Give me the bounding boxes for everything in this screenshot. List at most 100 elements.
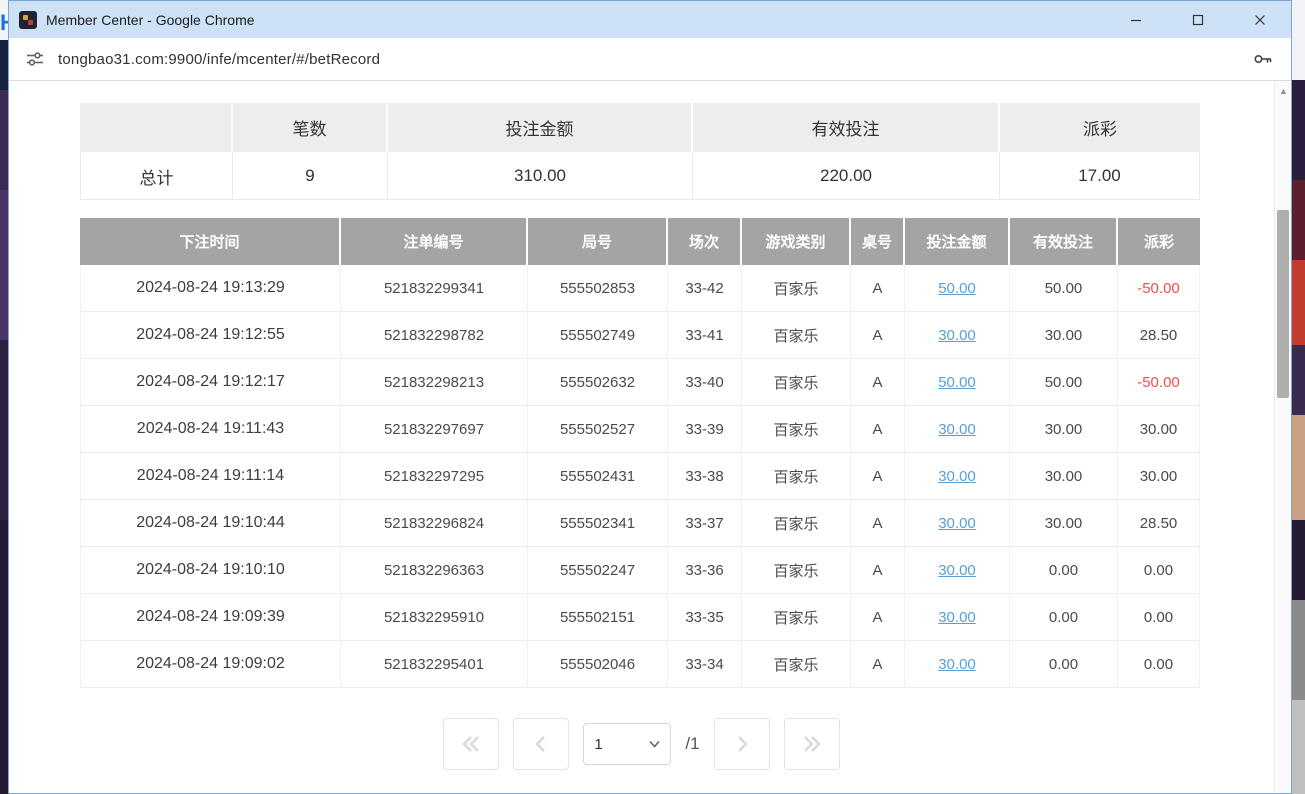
scrollbar-thumb[interactable] xyxy=(1277,210,1289,398)
summary-total-row: 总计 9 310.00 220.00 17.00 xyxy=(80,152,1200,200)
bet-cell-table-no: A xyxy=(851,641,905,688)
prev-page-button[interactable] xyxy=(513,718,569,770)
bet-cell-time: 2024-08-24 19:12:55 xyxy=(80,312,341,359)
bet-row: 2024-08-24 19:10:44521832296824555502341… xyxy=(80,500,1200,547)
bet-amount-link[interactable]: 50.00 xyxy=(938,374,976,391)
bet-cell-bet-amount: 30.00 xyxy=(905,500,1010,547)
bet-cell-valid-bet: 30.00 xyxy=(1010,500,1118,547)
bet-cell-bet-amount: 50.00 xyxy=(905,359,1010,406)
chevron-down-icon xyxy=(649,740,660,748)
bet-amount-link[interactable]: 30.00 xyxy=(938,562,976,579)
bet-cell-bet-id: 521832298213 xyxy=(341,359,528,406)
bet-cell-round-id: 555502046 xyxy=(528,641,668,688)
bet-cell-payout: 0.00 xyxy=(1118,547,1200,594)
password-key-icon[interactable] xyxy=(1251,47,1275,71)
bet-cell-bet-amount: 30.00 xyxy=(905,594,1010,641)
page-total: /1 xyxy=(685,734,699,754)
bet-cell-bet-amount: 30.00 xyxy=(905,641,1010,688)
bet-cell-valid-bet: 30.00 xyxy=(1010,453,1118,500)
summary-header-count: 笔数 xyxy=(233,103,388,152)
bet-row: 2024-08-24 19:11:43521832297697555502527… xyxy=(80,406,1200,453)
maximize-icon xyxy=(1192,14,1204,26)
summary-total-count: 9 xyxy=(233,152,388,200)
bet-cell-bet-amount: 50.00 xyxy=(905,265,1010,312)
close-button[interactable] xyxy=(1229,1,1291,38)
bet-cell-round-id: 555502431 xyxy=(528,453,668,500)
chevron-right-icon xyxy=(733,734,751,754)
bet-row: 2024-08-24 19:12:55521832298782555502749… xyxy=(80,312,1200,359)
minimize-button[interactable] xyxy=(1105,1,1167,38)
bet-cell-session: 33-39 xyxy=(668,406,742,453)
minimize-icon xyxy=(1130,14,1142,26)
bet-cell-valid-bet: 0.00 xyxy=(1010,547,1118,594)
bet-cell-table-no: A xyxy=(851,359,905,406)
summary-total-label: 总计 xyxy=(80,152,233,200)
summary-header-bet-amount: 投注金额 xyxy=(388,103,693,152)
next-page-button[interactable] xyxy=(714,718,770,770)
content-scrollbar[interactable]: ▲ xyxy=(1274,81,1291,793)
bet-cell-table-no: A xyxy=(851,547,905,594)
bet-cell-valid-bet: 0.00 xyxy=(1010,641,1118,688)
bet-cell-payout: 30.00 xyxy=(1118,406,1200,453)
bet-cell-bet-id: 521832295910 xyxy=(341,594,528,641)
column-header: 场次 xyxy=(668,218,742,265)
summary-total-valid-bet: 220.00 xyxy=(693,152,1000,200)
bet-cell-round-id: 555502749 xyxy=(528,312,668,359)
desktop-edge-left: H xyxy=(0,0,8,794)
bet-cell-table-no: A xyxy=(851,594,905,641)
summary-header-valid-bet: 有效投注 xyxy=(693,103,1000,152)
bet-row: 2024-08-24 19:11:14521832297295555502431… xyxy=(80,453,1200,500)
url-text[interactable]: tongbao31.com:9900/infe/mcenter/#/betRec… xyxy=(58,51,1238,68)
bet-cell-bet-amount: 30.00 xyxy=(905,312,1010,359)
bet-cell-time: 2024-08-24 19:10:10 xyxy=(80,547,341,594)
bet-cell-session: 33-36 xyxy=(668,547,742,594)
double-chevron-left-icon xyxy=(459,734,483,754)
pagination: 1 /1 xyxy=(80,718,1203,770)
bet-amount-link[interactable]: 50.00 xyxy=(938,280,976,297)
bet-amount-link[interactable]: 30.00 xyxy=(938,609,976,626)
scrollbar-up-icon[interactable]: ▲ xyxy=(1275,86,1291,96)
column-header: 投注金额 xyxy=(905,218,1010,265)
bet-cell-time: 2024-08-24 19:09:02 xyxy=(80,641,341,688)
bet-amount-link[interactable]: 30.00 xyxy=(938,468,976,485)
bet-cell-payout: 28.50 xyxy=(1118,312,1200,359)
bet-amount-link[interactable]: 30.00 xyxy=(938,327,976,344)
bet-amount-link[interactable]: 30.00 xyxy=(938,656,976,673)
bet-cell-table-no: A xyxy=(851,312,905,359)
bet-cell-time: 2024-08-24 19:12:17 xyxy=(80,359,341,406)
bet-cell-session: 33-38 xyxy=(668,453,742,500)
bet-cell-valid-bet: 30.00 xyxy=(1010,406,1118,453)
bet-cell-game-type: 百家乐 xyxy=(742,265,851,312)
bet-cell-game-type: 百家乐 xyxy=(742,406,851,453)
bet-cell-bet-id: 521832296824 xyxy=(341,500,528,547)
bet-cell-game-type: 百家乐 xyxy=(742,312,851,359)
bet-cell-payout: 0.00 xyxy=(1118,594,1200,641)
bet-cell-game-type: 百家乐 xyxy=(742,594,851,641)
bet-cell-round-id: 555502247 xyxy=(528,547,668,594)
last-page-button[interactable] xyxy=(784,718,840,770)
bet-cell-bet-amount: 30.00 xyxy=(905,547,1010,594)
bet-amount-link[interactable]: 30.00 xyxy=(938,515,976,532)
column-header: 局号 xyxy=(528,218,668,265)
bet-cell-game-type: 百家乐 xyxy=(742,500,851,547)
bet-cell-bet-id: 521832297295 xyxy=(341,453,528,500)
bet-cell-payout: 0.00 xyxy=(1118,641,1200,688)
desktop-edge-right xyxy=(1292,0,1305,794)
site-settings-icon[interactable] xyxy=(25,49,45,69)
column-header: 有效投注 xyxy=(1010,218,1118,265)
bet-cell-session: 33-42 xyxy=(668,265,742,312)
bet-cell-table-no: A xyxy=(851,453,905,500)
page-select-value: 1 xyxy=(594,736,602,753)
summary-total-payout: 17.00 xyxy=(1000,152,1200,200)
bet-row: 2024-08-24 19:09:02521832295401555502046… xyxy=(80,641,1200,688)
first-page-button[interactable] xyxy=(443,718,499,770)
page-select[interactable]: 1 xyxy=(583,723,671,765)
bet-cell-bet-id: 521832299341 xyxy=(341,265,528,312)
bet-amount-link[interactable]: 30.00 xyxy=(938,421,976,438)
double-chevron-right-icon xyxy=(800,734,824,754)
maximize-button[interactable] xyxy=(1167,1,1229,38)
bet-cell-table-no: A xyxy=(851,265,905,312)
bet-cell-game-type: 百家乐 xyxy=(742,641,851,688)
bet-cell-session: 33-35 xyxy=(668,594,742,641)
bet-table-body: 2024-08-24 19:13:29521832299341555502853… xyxy=(80,265,1200,688)
